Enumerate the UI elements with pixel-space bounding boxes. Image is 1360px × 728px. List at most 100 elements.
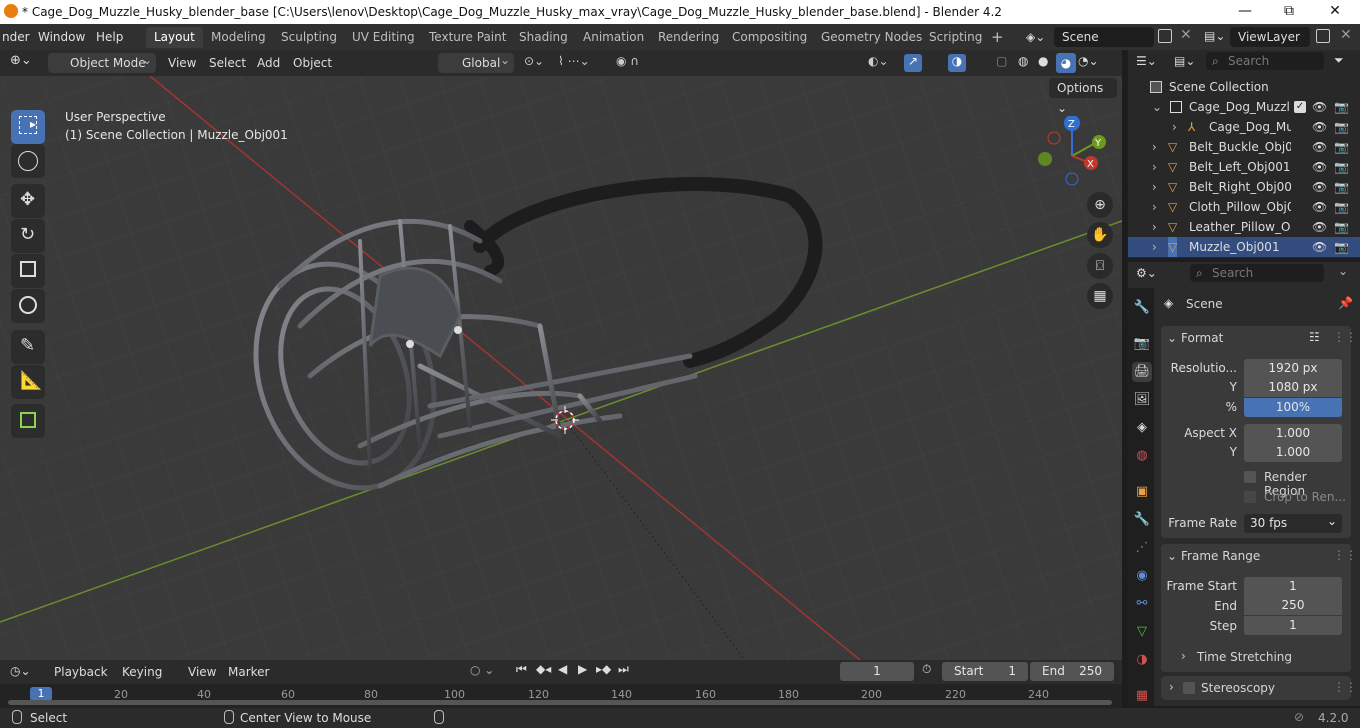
frame-step-field[interactable]: 1 xyxy=(1244,616,1342,635)
menu-select[interactable]: Select xyxy=(209,53,246,73)
chevron-down-icon[interactable]: ⌄ xyxy=(1167,549,1177,563)
list-item-active[interactable]: › ▽ Muzzle_Obj001 👁 📷 xyxy=(1128,237,1360,257)
3d-viewport[interactable]: ▸ ✥ ↻ ✎ 📐 User Perspective (1) Scene Col… xyxy=(0,76,1122,660)
frame-start-field[interactable]: 1 xyxy=(1244,577,1342,596)
tab-texture-paint[interactable]: Texture Paint xyxy=(421,27,514,48)
list-item[interactable]: › ▽ Belt_Buckle_Obj001 👁 📷 xyxy=(1128,137,1360,157)
aspect-y-field[interactable]: 1.000 xyxy=(1244,443,1342,462)
timeline-view-menu[interactable]: View xyxy=(188,662,216,682)
menu-object[interactable]: Object xyxy=(293,53,332,73)
delete-scene-icon[interactable]: ✕ xyxy=(1180,27,1192,43)
drag-handle-icon[interactable]: ⋮⋮ xyxy=(1333,680,1357,694)
delete-viewlayer-icon[interactable]: ✕ xyxy=(1340,27,1352,43)
wireframe-shading-icon[interactable]: ◍ xyxy=(1018,54,1028,68)
cursor-tool[interactable] xyxy=(11,144,45,178)
next-keyframe-icon[interactable]: ▸◆ xyxy=(596,662,611,676)
chevron-down-icon[interactable]: ⌄ xyxy=(1338,264,1348,278)
play-icon[interactable]: ▶ xyxy=(578,662,587,676)
jump-end-icon[interactable]: ⏭ xyxy=(618,662,629,677)
particles-tab-icon[interactable]: ⋰ xyxy=(1132,538,1152,558)
crop-checkbox[interactable] xyxy=(1244,491,1256,503)
transform-tool[interactable] xyxy=(11,289,45,323)
expand-arrow-icon[interactable]: › xyxy=(1172,117,1177,137)
add-cube-tool[interactable] xyxy=(11,404,45,438)
view-layer-tab-icon[interactable]: 🖼 xyxy=(1132,390,1152,410)
tab-modeling[interactable]: Modeling xyxy=(203,27,274,48)
camera-icon[interactable]: 📷 xyxy=(1334,197,1349,217)
list-item[interactable]: ⌄ Cage_Dog_Muzzle_ ✓ 👁 📷 xyxy=(1128,97,1360,117)
pivot-icon[interactable]: ⊙⌄ xyxy=(524,54,544,68)
resolution-x-field[interactable]: 1920 px xyxy=(1244,359,1342,378)
resolution-percent-slider[interactable]: 100% xyxy=(1244,398,1342,417)
viewlayer-name-field[interactable]: ViewLayer xyxy=(1230,27,1310,47)
scene-tab-icon[interactable]: ◈ xyxy=(1132,418,1152,438)
expand-arrow-icon[interactable]: › xyxy=(1152,157,1157,177)
world-tab-icon[interactable]: ◍ xyxy=(1132,446,1152,466)
minimize-button[interactable]: — xyxy=(1222,0,1268,24)
camera-icon[interactable]: 📷 xyxy=(1334,157,1349,177)
chevron-down-icon[interactable]: ⌄ xyxy=(1167,331,1177,345)
list-item[interactable]: › ▽ Cloth_Pillow_Obj00 👁 📷 xyxy=(1128,197,1360,217)
render-tab-icon[interactable]: 📷 xyxy=(1132,334,1152,354)
material-tab-icon[interactable]: ◑ xyxy=(1132,650,1152,670)
tab-uv-editing[interactable]: UV Editing xyxy=(344,27,423,48)
keying-menu[interactable]: Keying ⌄ xyxy=(118,662,176,699)
viewlayer-icon[interactable]: ▤⌄ xyxy=(1204,29,1226,44)
tab-animation[interactable]: Animation xyxy=(575,27,652,48)
object-tab-icon[interactable]: ▣ xyxy=(1132,482,1152,502)
list-item[interactable]: › ▽ Belt_Left_Obj001 👁 📷 xyxy=(1128,157,1360,177)
outliner-search-input[interactable]: ⌕ Search xyxy=(1206,52,1324,70)
visibility-icon[interactable]: ◐⌄ xyxy=(868,54,889,68)
chevron-right-icon[interactable]: › xyxy=(1169,680,1174,694)
object-mode-dropdown[interactable]: Object Mode xyxy=(48,50,156,73)
tab-rendering[interactable]: Rendering xyxy=(650,27,727,48)
solid-shading-icon[interactable]: ● xyxy=(1038,54,1048,68)
menu-render[interactable]: nder xyxy=(0,28,36,46)
time-stretching-subpanel[interactable]: Time Stretching xyxy=(1197,650,1292,664)
expand-arrow-icon[interactable]: › xyxy=(1152,217,1157,237)
select-box-tool[interactable]: ▸ xyxy=(11,110,45,144)
annotate-tool[interactable]: ✎ xyxy=(11,330,45,364)
prev-keyframe-icon[interactable]: ◆◂ xyxy=(536,662,551,676)
overlay-toggle-icon[interactable]: ◑ xyxy=(948,54,966,72)
close-button[interactable]: ✕ xyxy=(1312,0,1358,24)
start-frame-field[interactable]: Start 1 xyxy=(942,662,1028,681)
move-tool[interactable]: ✥ xyxy=(11,184,45,218)
expand-arrow-icon[interactable]: › xyxy=(1152,197,1157,217)
proportional-edit-icon[interactable]: ◉ ∩ xyxy=(616,54,639,68)
filter-icon[interactable]: ▤⌄ xyxy=(1174,54,1195,68)
xray-icon[interactable]: ▢ xyxy=(996,54,1007,68)
marker-menu[interactable]: Marker xyxy=(228,662,269,682)
rotate-tool[interactable]: ↻ xyxy=(11,219,45,253)
list-item[interactable]: › ⅄ Cage_Dog_Muz 👁 📷 xyxy=(1128,117,1360,137)
format-panel-header[interactable]: Format xyxy=(1181,331,1223,345)
tab-shading[interactable]: Shading xyxy=(511,27,576,48)
playhead-marker[interactable]: 1 xyxy=(30,687,52,701)
drag-handle-icon[interactable]: ⋮⋮ xyxy=(1333,330,1357,344)
expand-arrow-icon[interactable]: › xyxy=(1152,137,1157,157)
physics-tab-icon[interactable]: ◉ xyxy=(1132,566,1152,586)
eye-icon[interactable]: 👁 xyxy=(1312,97,1327,117)
aspect-x-field[interactable]: 1.000 xyxy=(1244,424,1342,443)
frame-range-header[interactable]: Frame Range xyxy=(1181,549,1260,563)
play-reverse-icon[interactable]: ◀ xyxy=(558,662,567,676)
stopwatch-icon[interactable]: ⏱ xyxy=(922,662,931,677)
maximize-button[interactable]: ⧉ xyxy=(1266,0,1312,24)
presets-icon[interactable]: ☷ xyxy=(1309,330,1320,344)
constraints-tab-icon[interactable]: ⚯ xyxy=(1132,594,1152,614)
list-item-scene-collection[interactable]: Scene Collection xyxy=(1128,77,1360,97)
add-workspace-button[interactable]: + xyxy=(983,27,1012,48)
scale-tool[interactable] xyxy=(11,254,45,288)
output-tab-icon[interactable]: 🖨 xyxy=(1132,362,1152,382)
list-item[interactable]: › ▽ Leather_Pillow_Obj 👁 📷 xyxy=(1128,217,1360,237)
jump-start-icon[interactable]: ⏮ xyxy=(516,662,527,677)
render-region-checkbox[interactable] xyxy=(1244,471,1256,483)
properties-editor-icon[interactable]: ⚙⌄ xyxy=(1136,266,1157,280)
modifier-tab-icon[interactable]: 🔧 xyxy=(1132,510,1152,530)
new-viewlayer-icon[interactable] xyxy=(1316,29,1330,43)
camera-icon[interactable]: 📷 xyxy=(1334,237,1349,257)
resolution-y-field[interactable]: 1080 px xyxy=(1244,378,1342,397)
camera-icon[interactable]: 📷 xyxy=(1334,117,1349,137)
perspective-toggle-icon[interactable]: ▦ xyxy=(1087,283,1113,309)
end-frame-field[interactable]: End 250 xyxy=(1030,662,1114,681)
